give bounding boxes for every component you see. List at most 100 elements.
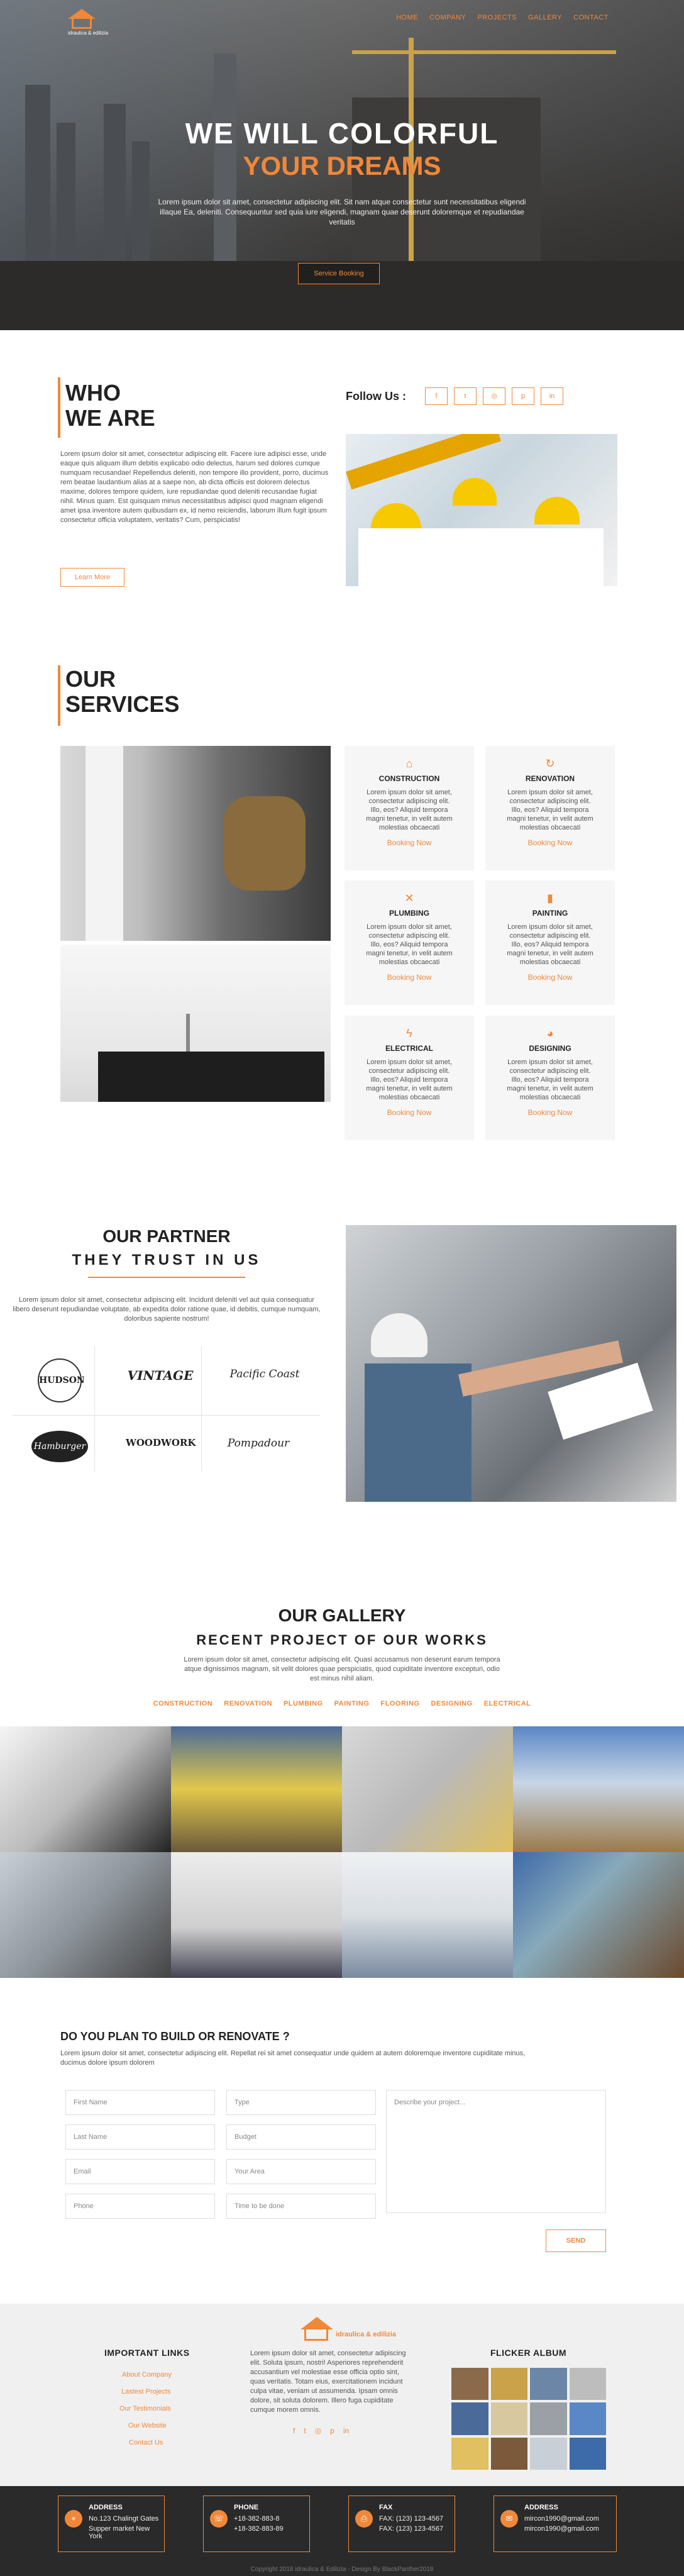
who-text: Lorem ipsum dolor sit amet, consectetur …: [60, 450, 329, 524]
budget-field[interactable]: Budget: [226, 2124, 376, 2150]
instagram-icon[interactable]: ◎: [483, 387, 505, 405]
paint-roller-icon: ▮: [547, 892, 553, 904]
service-text: Lorem ipsum dolor sit amet, consectetur …: [366, 923, 453, 966]
type-field[interactable]: Type: [226, 2090, 376, 2115]
booking-now-link[interactable]: Booking Now: [345, 973, 474, 982]
twitter-icon[interactable]: t: [454, 387, 477, 405]
booking-now-link[interactable]: Booking Now: [485, 838, 615, 847]
service-card-construction: ⌂ CONSTRUCTION Lorem ipsum dolor sit ame…: [345, 746, 474, 870]
partner-logo-pacific-coast: Pacific Coast: [229, 1368, 300, 1380]
instagram-icon[interactable]: ◎: [315, 2426, 321, 2435]
facebook-icon[interactable]: f: [293, 2426, 295, 2435]
refresh-icon: ↻: [545, 757, 555, 770]
social-links: f t ◎ p in: [425, 387, 563, 405]
contact-phone: ☏ PHONE +18-382-883-8 +18-382-883-89: [203, 2496, 310, 2552]
services-title: OUR SERVICES: [65, 666, 180, 717]
filter-designing[interactable]: DESIGNING: [431, 1700, 472, 1707]
link-contact[interactable]: Contact Us: [129, 2439, 163, 2446]
hero-subtitle: YOUR DREAMS: [243, 151, 441, 180]
nav-company[interactable]: COMPANY: [429, 14, 466, 21]
filter-renovation[interactable]: RENOVATION: [224, 1700, 272, 1707]
gallery-image[interactable]: [513, 1726, 684, 1852]
booking-now-link[interactable]: Booking Now: [485, 973, 615, 982]
booking-now-link[interactable]: Booking Now: [345, 838, 474, 847]
accent-bar: [58, 377, 60, 438]
filter-construction[interactable]: CONSTRUCTION: [153, 1700, 213, 1707]
nav-contact[interactable]: CONTACT: [573, 14, 609, 21]
area-field[interactable]: Your Area: [226, 2159, 376, 2184]
filter-flooring[interactable]: FLOORING: [380, 1700, 419, 1707]
link-testimonials[interactable]: Our Testimonials: [119, 2405, 171, 2412]
send-button[interactable]: SEND: [546, 2229, 606, 2252]
footer-logo[interactable]: idraulica & edilizia: [301, 2314, 396, 2345]
phone-field[interactable]: Phone: [65, 2194, 215, 2219]
contact-line: FAX: (123) 123-4567: [379, 2515, 444, 2523]
phone-icon: ☏: [210, 2510, 228, 2528]
first-name-field[interactable]: First Name: [65, 2090, 215, 2115]
learn-more-button[interactable]: Learn More: [60, 568, 124, 587]
filter-electrical[interactable]: ELECTRICAL: [484, 1700, 531, 1707]
flicker-thumb[interactable]: [569, 2437, 606, 2470]
time-field[interactable]: Time to be done: [226, 2194, 376, 2219]
partner-logo-hamburger: Hamburger: [25, 1431, 94, 1481]
contact-line: No.123 Chalingt Gates: [89, 2515, 159, 2523]
site-logo[interactable]: idraulica & edilizia: [68, 6, 108, 36]
gallery-image[interactable]: [171, 1726, 342, 1852]
flicker-thumb[interactable]: [490, 2437, 527, 2470]
nav-gallery[interactable]: GALLERY: [528, 14, 562, 21]
link-website[interactable]: Our Website: [128, 2422, 167, 2429]
links-title: IMPORTANT LINKS: [104, 2348, 190, 2358]
flicker-thumb[interactable]: [451, 2368, 488, 2401]
service-card-plumbing: ✕ PLUMBING Lorem ipsum dolor sit amet, c…: [345, 880, 474, 1005]
booking-now-link[interactable]: Booking Now: [485, 1108, 615, 1117]
gallery-image[interactable]: [0, 1852, 171, 1978]
gallery-image[interactable]: [513, 1852, 684, 1978]
partner-logo-woodwork: WOODWORK: [126, 1437, 196, 1448]
flicker-thumb[interactable]: [490, 2402, 527, 2435]
flicker-thumb[interactable]: [530, 2437, 567, 2470]
last-name-field[interactable]: Last Name: [65, 2124, 215, 2150]
gallery-title: OUR GALLERY: [278, 1606, 406, 1625]
flicker-thumb[interactable]: [490, 2368, 527, 2401]
contact-line[interactable]: mircon1990@gmail.com: [524, 2525, 599, 2533]
nav-home[interactable]: HOME: [396, 14, 418, 21]
describe-project-field[interactable]: Describe your project...: [386, 2090, 606, 2213]
wrench-icon: ✕: [404, 892, 414, 904]
flicker-thumb[interactable]: [530, 2368, 567, 2401]
plan-title: DO YOU PLAN TO BUILD OR RENOVATE ?: [60, 2030, 290, 2043]
link-projects[interactable]: Lastest Projects: [121, 2388, 170, 2396]
linkedin-icon[interactable]: in: [541, 387, 563, 405]
link-about[interactable]: About Company: [122, 2371, 172, 2379]
gallery-image[interactable]: [342, 1726, 513, 1852]
service-card-electrical: ϟ ELECTRICAL Lorem ipsum dolor sit amet,…: [345, 1016, 474, 1140]
contact-address: ⌖ ADDRESS No.123 Chalingt Gates Supper m…: [58, 2496, 165, 2552]
contact-title: ADDRESS: [524, 2504, 558, 2511]
contact-line[interactable]: mircon1990@gmail.com: [524, 2515, 599, 2523]
partner-logo-vintage: VINTAGE: [127, 1368, 194, 1383]
twitter-icon[interactable]: t: [304, 2426, 306, 2435]
footer-about: Lorem ipsum dolor sit amet, consectetur …: [250, 2350, 406, 2414]
flicker-thumb[interactable]: [569, 2402, 606, 2435]
contact-title: FAX: [379, 2504, 393, 2511]
flicker-thumb[interactable]: [569, 2368, 606, 2401]
service-title: RENOVATION: [525, 774, 575, 783]
facebook-icon[interactable]: f: [425, 387, 448, 405]
partner-subtitle: THEY TRUST IN US: [72, 1252, 262, 1269]
gallery-image[interactable]: [0, 1726, 171, 1852]
pinterest-icon[interactable]: p: [512, 387, 534, 405]
gallery-image[interactable]: [171, 1852, 342, 1978]
gallery-image[interactable]: [342, 1852, 513, 1978]
booking-now-link[interactable]: Booking Now: [345, 1108, 474, 1117]
pinterest-icon[interactable]: p: [330, 2426, 334, 2435]
email-field[interactable]: Email: [65, 2159, 215, 2184]
filter-painting[interactable]: PAINTING: [334, 1700, 370, 1707]
filter-plumbing[interactable]: PLUMBING: [284, 1700, 323, 1707]
flicker-thumb[interactable]: [530, 2402, 567, 2435]
nav-projects[interactable]: PROJECTS: [477, 14, 517, 21]
flicker-thumb[interactable]: [451, 2402, 488, 2435]
service-booking-button[interactable]: Service Booking: [298, 263, 380, 284]
service-title: DESIGNING: [529, 1044, 571, 1053]
linkedin-icon[interactable]: in: [343, 2426, 349, 2435]
contact-fax: ⎙ FAX FAX: (123) 123-4567 FAX: (123) 123…: [348, 2496, 455, 2552]
flicker-thumb[interactable]: [451, 2437, 488, 2470]
